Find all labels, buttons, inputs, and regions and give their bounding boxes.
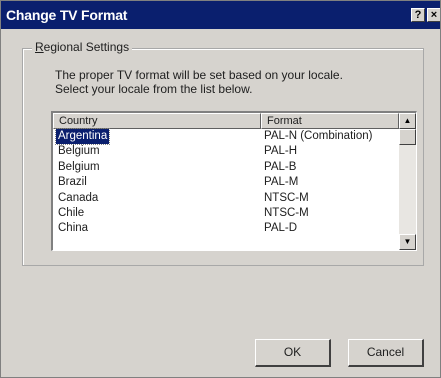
list-row-brazil[interactable]: Brazil PAL-M	[53, 175, 399, 190]
description-line-1: The proper TV format will be set based o…	[55, 68, 343, 82]
format-cell: PAL-H	[264, 145, 298, 158]
question-mark-icon: ?	[414, 9, 422, 21]
change-tv-format-dialog: Change TV Format ? × Regional Settings T…	[0, 0, 441, 378]
list-row-belgium-b[interactable]: Belgium PAL-B	[53, 160, 399, 175]
list-vertical-scrollbar[interactable]: ▲ ▼	[399, 113, 416, 250]
scroll-thumb[interactable]	[399, 129, 416, 145]
list-row-china[interactable]: China PAL-D	[53, 221, 399, 236]
help-button[interactable]: ?	[411, 8, 425, 22]
locale-list[interactable]: Country Format Argentina PAL-N (Combinat…	[51, 111, 417, 251]
arrow-down-icon: ▼	[403, 237, 412, 246]
country-cell: Brazil	[58, 176, 87, 189]
country-cell: Belgium	[58, 160, 100, 173]
legend-accesskey: R	[35, 40, 44, 54]
column-header-country[interactable]: Country	[53, 113, 261, 129]
regional-settings-legend: Regional Settings	[32, 40, 133, 54]
country-cell: Canada	[58, 191, 99, 204]
list-row-canada[interactable]: Canada NTSC-M	[53, 191, 399, 206]
close-icon: ×	[430, 9, 438, 21]
format-cell: PAL-B	[264, 160, 297, 173]
country-cell: Belgium	[58, 145, 100, 158]
country-cell: Argentina	[54, 128, 111, 145]
description-line-2: Select your locale from the list below.	[55, 82, 253, 96]
country-cell: Chile	[58, 206, 85, 219]
format-cell: PAL-D	[264, 222, 298, 235]
title-bar[interactable]: Change TV Format ? ×	[1, 1, 440, 29]
window-title: Change TV Format	[6, 7, 128, 23]
list-row-chile[interactable]: Chile NTSC-M	[53, 206, 399, 221]
list-row-argentina[interactable]: Argentina PAL-N (Combination)	[53, 128, 399, 145]
arrow-up-icon: ▲	[403, 116, 412, 125]
scroll-down-button[interactable]: ▼	[399, 234, 416, 250]
scroll-up-button[interactable]: ▲	[399, 113, 416, 129]
format-cell: PAL-M	[264, 176, 299, 189]
list-row-belgium-h[interactable]: Belgium PAL-H	[53, 144, 399, 159]
list-header: Country Format	[53, 113, 399, 129]
close-button[interactable]: ×	[427, 8, 440, 22]
format-cell: NTSC-M	[264, 191, 309, 204]
column-header-format[interactable]: Format	[261, 113, 399, 129]
cancel-button[interactable]: Cancel	[348, 339, 424, 367]
format-cell: PAL-N (Combination)	[264, 130, 373, 142]
ok-button[interactable]: OK	[255, 339, 331, 367]
list-rows: Argentina PAL-N (Combination) Belgium PA…	[53, 128, 399, 237]
format-cell: NTSC-M	[264, 206, 309, 219]
country-cell: China	[58, 222, 89, 235]
legend-text: egional Settings	[43, 40, 130, 54]
